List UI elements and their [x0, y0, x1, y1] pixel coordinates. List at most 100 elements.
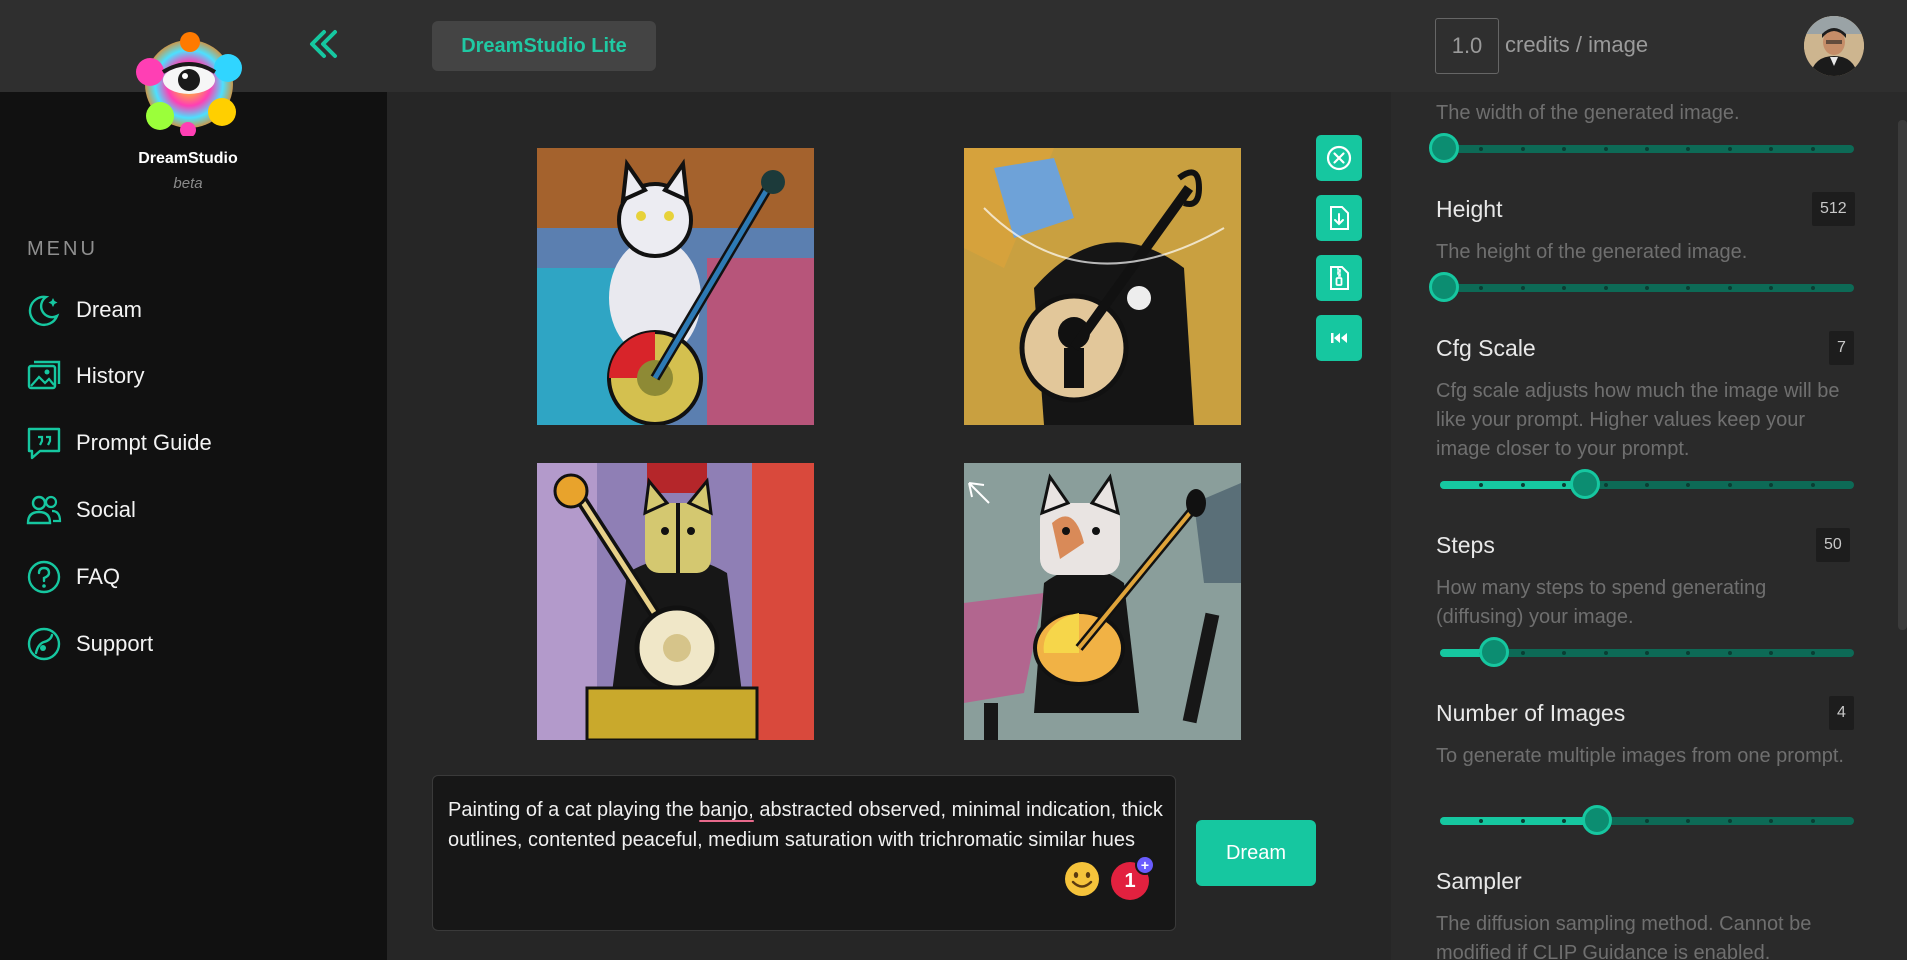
steps-description: How many steps to spend generating (diff… — [1436, 577, 1767, 628]
slider-tick — [1727, 483, 1732, 487]
sidebar-item-label: Support — [76, 631, 154, 656]
slider-tick — [1686, 147, 1691, 151]
slider-tick — [1686, 286, 1691, 290]
width-slider[interactable] — [1429, 133, 1854, 163]
slider-tick — [1562, 286, 1567, 290]
slider-tick — [1727, 819, 1732, 823]
sidebar-item-dream[interactable]: Dream — [26, 288, 142, 332]
support-icon — [27, 627, 61, 661]
cfg-scale-description: Cfg scale adjusts how much the image wil… — [1436, 380, 1840, 460]
num-images-description: To generate multiple images from one pro… — [1436, 745, 1844, 767]
height-slider[interactable] — [1429, 272, 1854, 302]
sidebar-item-label: FAQ — [76, 564, 121, 589]
prompt-input[interactable]: Painting of a cat playing the banjo, abs… — [432, 775, 1176, 931]
num-images-value: 4 — [1829, 696, 1854, 730]
generated-image[interactable] — [537, 463, 814, 740]
question-circle-icon — [27, 560, 61, 594]
slider-tick — [1686, 819, 1691, 823]
slider-tick — [1769, 286, 1774, 290]
sidebar-item-social[interactable]: Social — [26, 488, 136, 532]
steps-title: Steps — [1436, 532, 1495, 558]
slider-tick — [1810, 483, 1815, 487]
download-zip-button[interactable] — [1316, 255, 1362, 301]
app-title-chip[interactable]: DreamStudio Lite — [432, 21, 656, 71]
height-title: Height — [1436, 196, 1503, 222]
slider-fill — [1440, 817, 1598, 825]
download-file-icon — [1330, 206, 1349, 230]
slider-tick — [1769, 651, 1774, 655]
discard-images-button[interactable] — [1316, 135, 1362, 181]
slider-knob[interactable] — [1569, 469, 1600, 499]
users-icon — [26, 495, 62, 525]
slider-tick — [1645, 819, 1649, 823]
slider-knob[interactable] — [1478, 637, 1509, 667]
cat-banjo-image-1 — [537, 148, 814, 425]
brand-subtitle: beta — [173, 175, 203, 192]
image-gallery-icon — [27, 360, 61, 390]
misspelled-word[interactable]: banjo, — [699, 799, 754, 821]
slider-tick — [1810, 147, 1815, 151]
slider-knob[interactable] — [1429, 272, 1459, 302]
slider-tick — [1520, 147, 1525, 151]
credits-label: credits / image — [1505, 32, 1649, 57]
cat-banjo-image-4 — [964, 463, 1241, 740]
slider-tick — [1603, 286, 1608, 290]
slider-tick — [1520, 483, 1525, 487]
cfg-scale-value: 7 — [1829, 331, 1854, 365]
cfg-scale-title: Cfg Scale — [1436, 335, 1536, 361]
previous-button[interactable] — [1316, 315, 1362, 361]
num-images-title: Number of Images — [1436, 700, 1626, 726]
emoji-picker-button[interactable] — [1063, 860, 1101, 898]
generated-image[interactable] — [537, 148, 814, 425]
slider-tick — [1562, 651, 1567, 655]
num-images-slider[interactable] — [1440, 805, 1854, 835]
sidebar-item-faq[interactable]: FAQ — [26, 555, 120, 599]
menu-heading: MENU — [27, 238, 98, 260]
generated-image[interactable] — [964, 148, 1241, 425]
generated-image[interactable] — [964, 463, 1241, 740]
prompt-text[interactable]: Painting of a cat playing the banjo, abs… — [448, 795, 1164, 855]
avatar-icon — [1804, 16, 1864, 76]
chat-quote-icon — [27, 427, 61, 460]
slider-tick — [1520, 286, 1525, 290]
moon-stars-icon — [28, 295, 60, 327]
chevron-double-left-icon — [310, 30, 337, 58]
slider-tick — [1686, 651, 1691, 655]
slider-tick — [1479, 147, 1484, 151]
height-description: The height of the generated image. — [1436, 241, 1748, 263]
slider-tick — [1645, 651, 1649, 655]
slider-tick — [1727, 147, 1732, 151]
dream-button[interactable]: Dream — [1196, 820, 1316, 886]
sampler-description: The diffusion sampling method. Cannot be… — [1436, 913, 1812, 960]
slider-tick — [1769, 483, 1774, 487]
sidebar-item-history[interactable]: History — [26, 354, 144, 398]
sidebar-item-label: Prompt Guide — [76, 430, 212, 455]
slider-tick — [1727, 651, 1732, 655]
height-value: 512 — [1812, 192, 1855, 226]
slider-tick — [1562, 147, 1567, 151]
slider-tick — [1603, 651, 1608, 655]
slider-tick — [1769, 147, 1774, 151]
slider-tick — [1727, 286, 1732, 290]
plus-icon: + — [1135, 855, 1155, 875]
slider-knob[interactable] — [1429, 133, 1459, 163]
sidebar-item-label: Dream — [76, 297, 143, 322]
sampler-title: Sampler — [1436, 868, 1522, 894]
credits-value: 1.0 — [1435, 18, 1499, 74]
sidebar-item-label: History — [76, 363, 145, 388]
steps-slider[interactable] — [1440, 637, 1854, 667]
width-description: The width of the generated image. — [1436, 102, 1740, 124]
slider-tick — [1520, 819, 1525, 823]
user-avatar[interactable] — [1804, 16, 1864, 76]
slider-tick — [1769, 819, 1774, 823]
settings-scrollbar[interactable] — [1898, 120, 1907, 630]
slider-tick — [1810, 819, 1815, 823]
download-image-button[interactable] — [1316, 195, 1362, 241]
cfg-scale-slider[interactable] — [1440, 469, 1854, 499]
sidebar-item-support[interactable]: Support — [26, 622, 153, 666]
sidebar-item-prompt-guide[interactable]: Prompt Guide — [26, 421, 212, 465]
collapse-sidebar-button[interactable] — [302, 22, 346, 66]
slider-tick — [1479, 286, 1484, 290]
cat-banjo-image-2 — [964, 148, 1241, 425]
skip-back-icon — [1331, 333, 1347, 343]
